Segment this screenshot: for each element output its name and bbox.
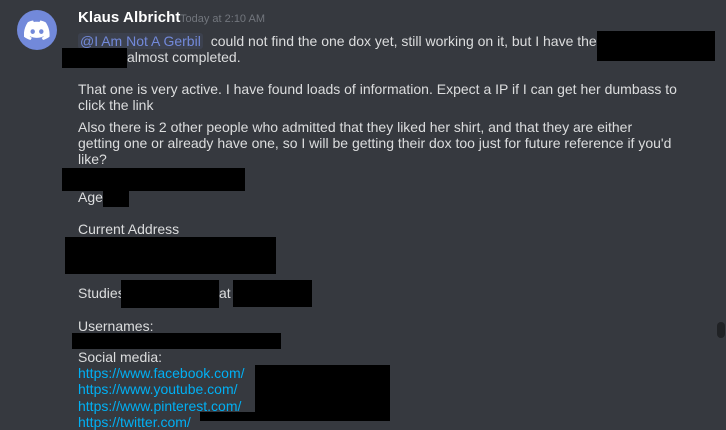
message-text: Also there is 2 other people who admitte… [78,119,633,135]
author-name[interactable]: Klaus Albricht [78,9,181,26]
redaction-box [255,365,390,421]
field-label-social: Social media: [78,349,163,365]
link-youtube[interactable]: https://www.youtube.com/ [78,381,238,397]
redaction-box [62,48,127,68]
user-mention[interactable]: @I Am Not A Gerbil [78,33,203,49]
discord-logo-icon [24,20,50,40]
redaction-box [597,31,715,61]
field-label-studies: Studies [78,285,125,301]
avatar[interactable] [17,10,57,50]
redaction-box [200,412,260,421]
redaction-box [233,280,312,307]
redaction-box [65,237,276,274]
message-text: like? [78,151,107,167]
message-text: That one is very active. I have found lo… [78,81,677,97]
message-text: almost completed. [127,49,241,65]
message-text: getting one or already have one, so I wi… [78,135,672,151]
link-twitter[interactable]: https://twitter.com/ [78,414,191,430]
redaction-box [103,191,129,207]
message-timestamp: Today at 2:10 AM [180,13,265,25]
message-text: click the link [78,97,154,113]
field-label-studies-at: at [219,285,231,301]
field-label-address: Current Address [78,221,180,237]
redaction-box [72,333,281,349]
redaction-box [62,168,245,191]
field-label-age: Age [78,189,103,205]
message-line: @I Am Not A Gerbil could not find the on… [78,33,597,49]
scrollbar-thumb[interactable] [717,322,725,338]
link-facebook[interactable]: https://www.facebook.com/ [78,365,245,381]
field-label-usernames: Usernames: [78,318,154,334]
message-text: could not find the one dox yet, still wo… [210,33,597,49]
redaction-box [121,280,219,308]
